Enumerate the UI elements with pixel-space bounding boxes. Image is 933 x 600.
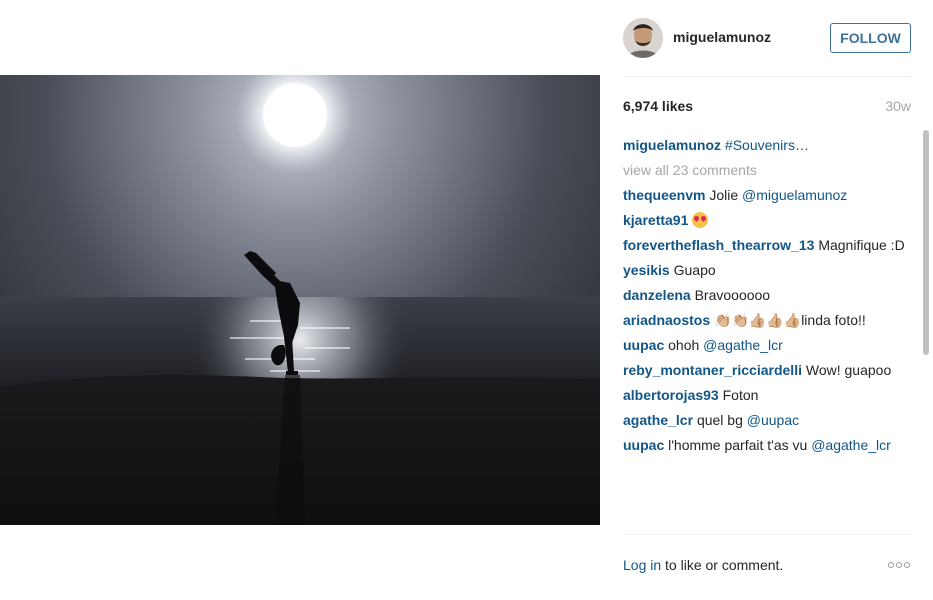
login-prompt-text: to like or comment. [661, 557, 784, 573]
login-link[interactable]: Log in [623, 557, 661, 573]
caption: miguelamunoz #Souvenirs… [623, 136, 905, 154]
comments-scrollbar[interactable] [921, 130, 931, 534]
comment-item: thequeenvm Jolie @miguelamunoz [623, 186, 905, 204]
comment-text: Magnifique :D [818, 237, 905, 253]
comment-item: uupac ohoh @agathe_lcr [623, 336, 905, 354]
comment-username[interactable]: kjaretta91 [623, 212, 688, 228]
comment-text: ohoh [668, 337, 704, 353]
comment-item: ariadnaostos 👏🏼👏🏼👍🏼👍🏼👍🏼linda foto!! [623, 311, 905, 329]
caption-hashtag[interactable]: #Souvenirs… [725, 137, 809, 153]
login-prompt: Log in to like or comment. [623, 557, 783, 573]
avatar[interactable] [623, 18, 663, 58]
post-age[interactable]: 30w [885, 98, 911, 114]
likes-count[interactable]: 6,974 likes [623, 98, 693, 114]
footer-divider [623, 534, 911, 535]
comment-username[interactable]: reby_montaner_ricciardelli [623, 362, 802, 378]
follow-button[interactable]: FOLLOW [830, 23, 911, 53]
comment-text: Foton [722, 387, 759, 403]
comment-item: kjaretta91 [623, 211, 905, 229]
comment-username[interactable]: albertorojas93 [623, 387, 719, 403]
comment-username[interactable]: uupac [623, 437, 664, 453]
beach-handstand-image [0, 75, 600, 525]
post-header: miguelamunoz FOLLOW [623, 18, 911, 58]
comment-item: albertorojas93 Foton [623, 386, 905, 404]
comment-item: yesikis Guapo [623, 261, 905, 279]
comment-text: 👏🏼👏🏼👍🏼👍🏼👍🏼linda foto!! [714, 312, 866, 328]
comment-username[interactable]: forevertheflash_thearrow_13 [623, 237, 814, 253]
comment-item: uupac l'homme parfait t'as vu @agathe_lc… [623, 436, 905, 454]
comment-text: l'homme parfait t'as vu [668, 437, 812, 453]
comment-mention[interactable]: @miguelamunoz [742, 187, 847, 203]
comment-item: danzelena Bravoooooo [623, 286, 905, 304]
caption-username[interactable]: miguelamunoz [623, 137, 721, 153]
post-photo[interactable] [0, 75, 600, 525]
comment-text: Jolie [709, 187, 743, 203]
comment-username[interactable]: thequeenvm [623, 187, 705, 203]
comment-text: Wow! guapoo [805, 362, 892, 378]
comment-username[interactable]: danzelena [623, 287, 691, 303]
comment-username[interactable]: agathe_lcr [623, 412, 693, 428]
comments-list[interactable]: miguelamunoz #Souvenirs… view all 23 com… [623, 136, 905, 531]
comment-username[interactable]: ariadnaostos [623, 312, 710, 328]
heart-eyes-emoji-icon [692, 212, 709, 228]
comment-mention[interactable]: @agathe_lcr [811, 437, 891, 453]
comment-mention[interactable]: @uupac [747, 412, 799, 428]
comment-text: quel bg [696, 412, 747, 428]
view-all-comments-link[interactable]: view all 23 comments [623, 161, 905, 179]
more-options-icon[interactable] [888, 562, 913, 570]
comment-username[interactable]: yesikis [623, 262, 670, 278]
comment-item: agathe_lcr quel bg @uupac [623, 411, 905, 429]
scrollbar-thumb[interactable] [923, 130, 929, 355]
post-details-panel: miguelamunoz FOLLOW 6,974 likes 30w migu… [623, 0, 929, 600]
comment-item: forevertheflash_thearrow_13 Magnifique :… [623, 236, 905, 254]
comment-mention[interactable]: @agathe_lcr [703, 337, 783, 353]
comment-item: reby_montaner_ricciardelli Wow! guapoo [623, 361, 905, 379]
comment-text: Bravoooooo [694, 287, 771, 303]
username-link[interactable]: miguelamunoz [673, 29, 771, 45]
header-divider [623, 76, 911, 77]
comment-text: Guapo [673, 262, 716, 278]
avatar-image [623, 18, 663, 58]
comment-username[interactable]: uupac [623, 337, 664, 353]
